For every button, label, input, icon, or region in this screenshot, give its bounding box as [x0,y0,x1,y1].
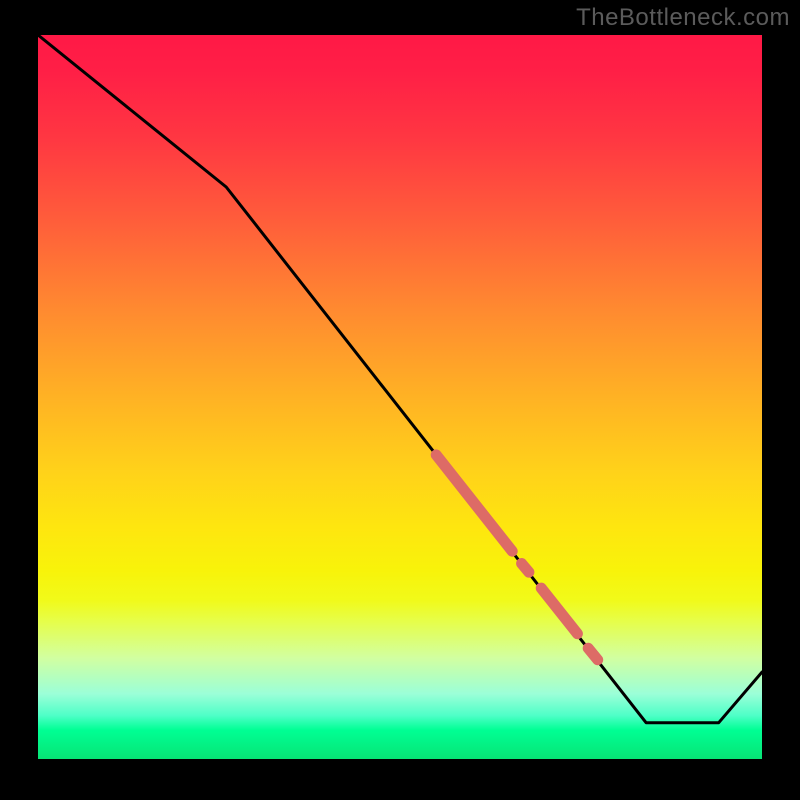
highlight-segment [522,564,529,573]
data-line [38,35,762,723]
chart-frame: TheBottleneck.com [0,0,800,800]
chart-overlay [38,35,762,759]
plot-area [38,35,762,759]
watermark-text: TheBottleneck.com [576,4,790,32]
highlight-segment [588,648,598,660]
highlight-segment [436,455,512,551]
highlight-segment [541,588,577,634]
